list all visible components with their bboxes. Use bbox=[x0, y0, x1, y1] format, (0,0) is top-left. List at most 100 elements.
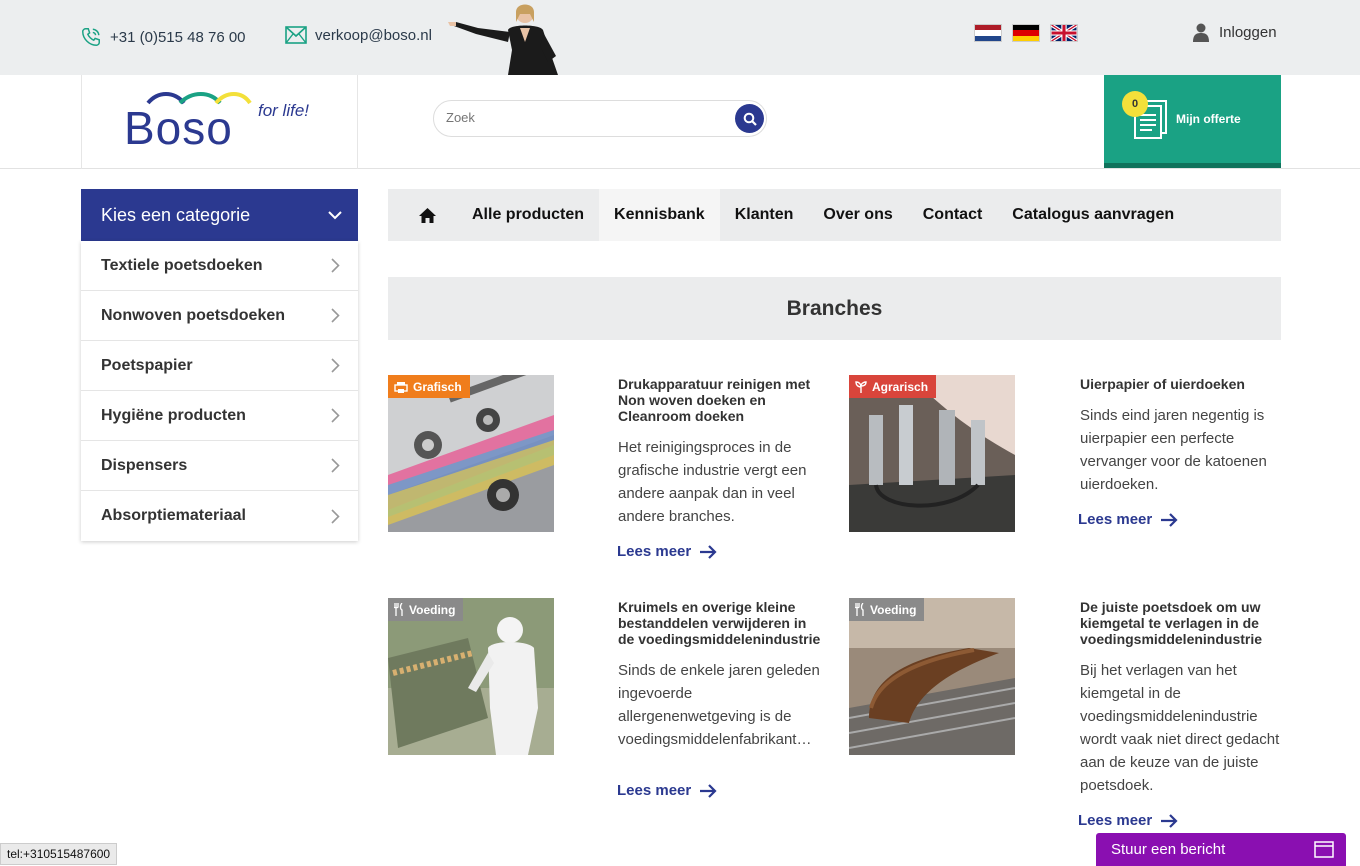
read-more-label: Lees meer bbox=[1078, 511, 1153, 528]
read-more-label: Lees meer bbox=[617, 543, 692, 560]
cutlery-icon bbox=[394, 603, 403, 616]
category-label: Nonwoven poetsdoeken bbox=[101, 306, 286, 324]
search-button[interactable] bbox=[735, 104, 764, 133]
chat-window-icon bbox=[1314, 841, 1334, 858]
card-title[interactable]: Uierpapier of uierdoeken bbox=[1080, 376, 1280, 392]
category-label: Poetspapier bbox=[101, 356, 193, 374]
read-more-link[interactable]: Lees meer bbox=[617, 543, 717, 560]
card-image-voeding-1[interactable]: Voeding bbox=[388, 598, 554, 755]
nav-contact[interactable]: Contact bbox=[908, 189, 998, 241]
card-image-voeding-2[interactable]: Voeding bbox=[849, 598, 1015, 755]
chevron-right-icon bbox=[331, 408, 340, 423]
card-text-voeding-1: Kruimels en overige kleine bestanddelen … bbox=[618, 599, 826, 751]
nav-kennisbank[interactable]: Kennisbank bbox=[599, 189, 720, 241]
nav-home[interactable] bbox=[388, 189, 457, 241]
chevron-right-icon bbox=[331, 458, 340, 473]
card-text-agrarisch: Uierpapier of uierdoeken Sinds eind jare… bbox=[1080, 376, 1280, 496]
chevron-down-icon bbox=[328, 210, 342, 219]
tag-label: Voeding bbox=[870, 602, 917, 617]
cutlery-icon bbox=[855, 603, 864, 616]
read-more-label: Lees meer bbox=[617, 782, 692, 799]
arrow-right-icon bbox=[1161, 512, 1178, 527]
category-label: Textiele poetsdoeken bbox=[101, 256, 263, 274]
card-title[interactable]: Kruimels en overige kleine bestanddelen … bbox=[618, 599, 826, 647]
category-label: Hygiëne producten bbox=[101, 406, 246, 424]
chevron-right-icon bbox=[331, 308, 340, 323]
flag-de-icon[interactable] bbox=[1012, 24, 1040, 42]
read-more-link[interactable]: Lees meer bbox=[1078, 812, 1178, 829]
card-image-agrarisch[interactable]: Agrarisch bbox=[849, 375, 1015, 532]
category-tag: Voeding bbox=[388, 598, 464, 621]
category-item-nonwoven-poetsdoeken[interactable]: Nonwoven poetsdoeken bbox=[81, 291, 358, 341]
card-title[interactable]: Drukapparatuur reinigen met Non woven do… bbox=[618, 376, 828, 424]
logo-wordmark: Boso bbox=[124, 102, 233, 154]
phone-number: +31 (0)515 48 76 00 bbox=[110, 28, 246, 46]
nav-catalogus-aanvragen[interactable]: Catalogus aanvragen bbox=[997, 189, 1189, 241]
phone-link[interactable]: +31 (0)515 48 76 00 bbox=[80, 26, 246, 48]
category-item-textiele-poetsdoeken[interactable]: Textiele poetsdoeken bbox=[81, 241, 358, 291]
printing-press-image bbox=[388, 375, 554, 532]
envelope-icon bbox=[285, 26, 307, 44]
chevron-right-icon bbox=[331, 258, 340, 273]
home-icon bbox=[419, 207, 436, 223]
baked-goods-conveyor-image bbox=[849, 598, 1015, 755]
login-label: Inloggen bbox=[1219, 24, 1277, 41]
top-bar: +31 (0)515 48 76 00 verkoop@boso.nl Inlo… bbox=[0, 0, 1360, 75]
search-icon bbox=[743, 112, 757, 126]
category-list: Textiele poetsdoeken Nonwoven poetsdoeke… bbox=[81, 241, 358, 541]
category-tag: Grafisch bbox=[388, 375, 470, 398]
search-box bbox=[433, 100, 767, 137]
link-status-bar: tel:+310515487600 bbox=[0, 843, 118, 865]
category-dropdown-header[interactable]: Kies een categorie bbox=[81, 189, 358, 241]
logo[interactable]: Boso for life! bbox=[81, 75, 358, 169]
arrow-right-icon bbox=[700, 783, 717, 798]
email-address: verkoop@boso.nl bbox=[315, 26, 432, 44]
logo-tagline: for life! bbox=[258, 101, 310, 120]
card-text-voeding-2: De juiste poetsdoek om uw kiemgetal te v… bbox=[1080, 599, 1280, 797]
quote-label: Mijn offerte bbox=[1176, 112, 1241, 126]
main-navigation: Alle producten Kennisbank Klanten Over o… bbox=[388, 189, 1281, 241]
read-more-link[interactable]: Lees meer bbox=[1078, 511, 1178, 528]
email-link[interactable]: verkoop@boso.nl bbox=[285, 26, 432, 44]
category-sidebar: Kies een categorie Textiele poetsdoeken … bbox=[81, 189, 358, 541]
category-tag: Voeding bbox=[849, 598, 925, 621]
printer-icon bbox=[394, 381, 408, 393]
category-tag: Agrarisch bbox=[849, 375, 937, 398]
quote-cart-button[interactable]: 0 Mijn offerte bbox=[1104, 75, 1281, 168]
chevron-right-icon bbox=[331, 358, 340, 373]
user-icon bbox=[1193, 23, 1209, 42]
chat-label: Stuur een bericht bbox=[1111, 841, 1226, 858]
category-item-absorptiemateriaal[interactable]: Absorptiemateriaal bbox=[81, 491, 358, 541]
food-factory-worker-image bbox=[388, 598, 554, 755]
nav-alle-producten[interactable]: Alle producten bbox=[457, 189, 599, 241]
sprout-icon bbox=[855, 380, 867, 393]
category-title: Kies een categorie bbox=[101, 204, 251, 225]
card-body: Sinds eind jaren negentig is uierpapier … bbox=[1080, 407, 1267, 493]
quote-count-badge: 0 bbox=[1122, 91, 1148, 117]
tag-label: Voeding bbox=[409, 602, 456, 617]
flag-nl-icon[interactable] bbox=[974, 24, 1002, 42]
category-item-poetspapier[interactable]: Poetspapier bbox=[81, 341, 358, 391]
card-body: Het reinigingsproces in de grafische ind… bbox=[618, 439, 807, 525]
login-link[interactable]: Inloggen bbox=[1193, 23, 1277, 42]
saleswoman-image bbox=[448, 4, 558, 75]
card-title[interactable]: De juiste poetsdoek om uw kiemgetal te v… bbox=[1080, 599, 1280, 647]
site-header: Boso for life! 0 Mijn offerte bbox=[0, 75, 1360, 169]
category-item-hygiene-producten[interactable]: Hygiëne producten bbox=[81, 391, 358, 441]
flag-uk-icon[interactable] bbox=[1050, 24, 1078, 42]
card-image-grafisch[interactable]: Grafisch bbox=[388, 375, 554, 532]
card-body: Bij het verlagen van het kiemgetal in de… bbox=[1080, 662, 1280, 794]
milking-machine-image bbox=[849, 375, 1015, 532]
search-input[interactable] bbox=[446, 110, 726, 125]
chat-widget-button[interactable]: Stuur een bericht bbox=[1096, 833, 1346, 866]
phone-icon bbox=[82, 28, 100, 46]
category-item-dispensers[interactable]: Dispensers bbox=[81, 441, 358, 491]
language-selector bbox=[974, 24, 1078, 42]
tag-label: Agrarisch bbox=[872, 379, 929, 394]
category-label: Dispensers bbox=[101, 456, 188, 474]
read-more-link[interactable]: Lees meer bbox=[617, 782, 717, 799]
nav-klanten[interactable]: Klanten bbox=[720, 189, 809, 241]
category-label: Absorptiemateriaal bbox=[101, 507, 246, 524]
nav-over-ons[interactable]: Over ons bbox=[808, 189, 907, 241]
tag-label: Grafisch bbox=[413, 379, 462, 394]
